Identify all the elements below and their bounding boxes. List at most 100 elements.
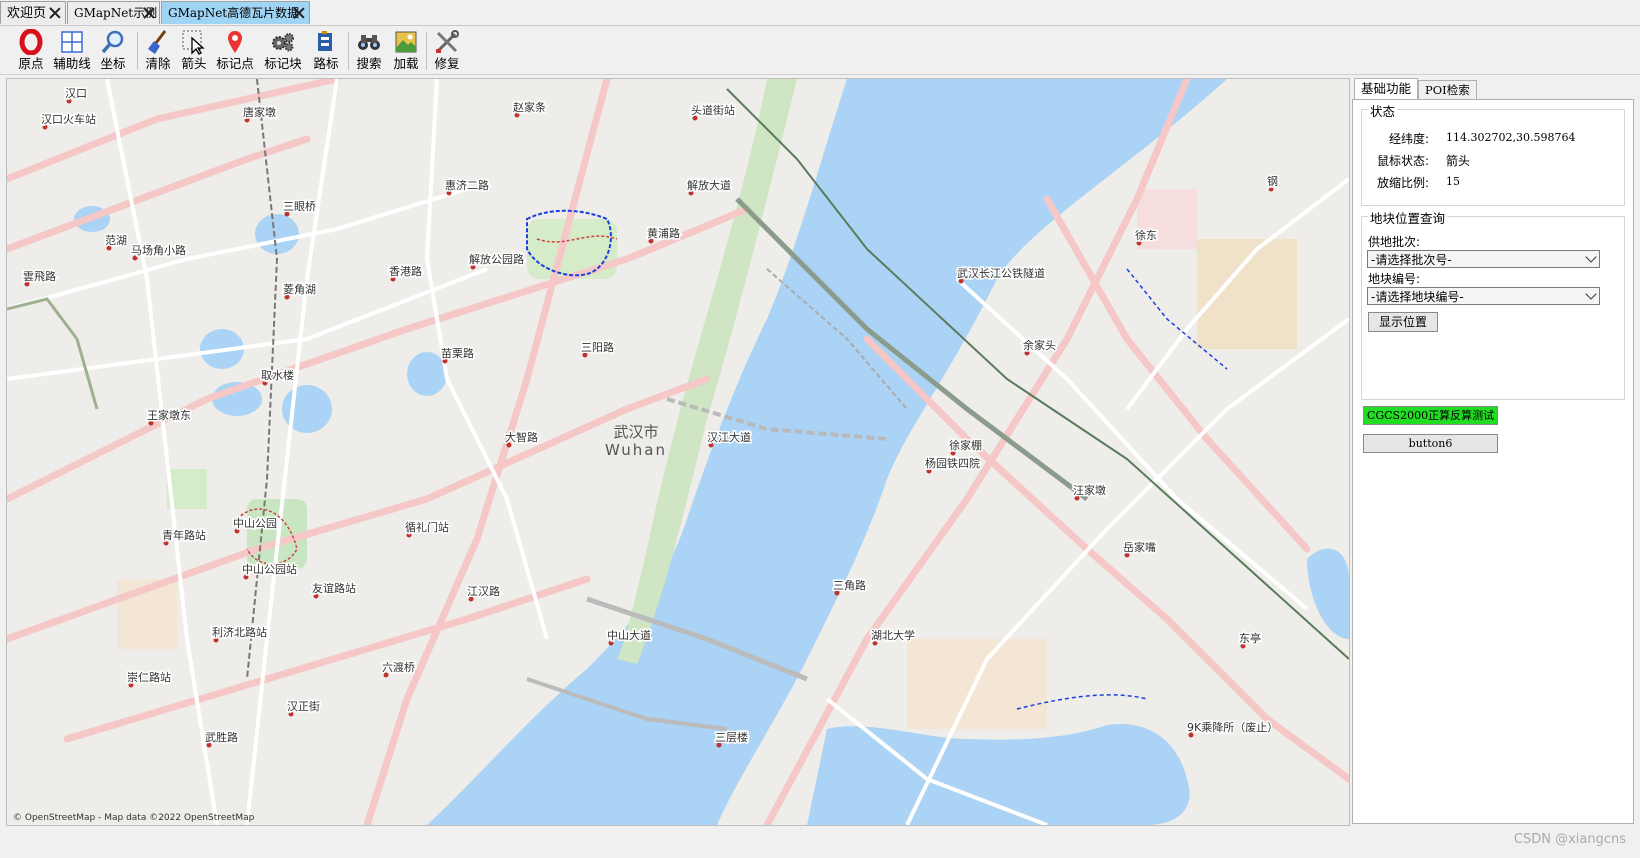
button6[interactable]: button6 [1363, 434, 1498, 453]
place-name: 苗栗路 [441, 347, 474, 360]
load-button[interactable]: 加载 [389, 28, 423, 72]
clear-button[interactable]: 清除 [141, 28, 175, 72]
status-group-title: 状态 [1368, 101, 1398, 120]
place-label: 惠济二路 [444, 177, 491, 196]
gears-icon [272, 33, 294, 52]
block-select-value: -请选择地块编号- [1371, 290, 1464, 304]
document-tab-strip: 欢迎页 GMapNet示例 GMapNet高德瓦片数据 [0, 0, 1640, 26]
signpost-button[interactable]: 路标 [309, 28, 343, 72]
tab-basic-functions[interactable]: 基础功能 [1354, 78, 1419, 100]
repair-button[interactable]: 修复 [430, 28, 464, 72]
toolbar-separator [426, 32, 427, 70]
search-button[interactable]: 搜索 [352, 28, 386, 72]
place-label: 马场角小路 [130, 242, 188, 261]
place-label: 苗栗路 [440, 346, 476, 364]
toolbar-separator [348, 32, 349, 70]
broom-icon [148, 30, 167, 54]
batch-select-value: -请选择批次号- [1371, 253, 1452, 267]
place-label: 东亭 [1238, 630, 1263, 649]
parcel-query-group: 地块位置查询 供地批次: -请选择批次号- 地块编号: -请选择地块编号- 显示… [1361, 208, 1625, 400]
marker-point-button[interactable]: 标记点 [214, 28, 256, 72]
parcel-query-title: 地块位置查询 [1368, 208, 1448, 227]
place-name: 香港路 [389, 265, 422, 278]
tab-label: GMapNet高德瓦片数据 [168, 6, 300, 20]
place-label: 友谊路站 [311, 580, 358, 599]
place-label: 汉江大道 [706, 429, 753, 448]
place-name: 范湖 [105, 233, 127, 247]
place-name: 汉江大道 [707, 430, 751, 444]
close-icon[interactable] [142, 6, 155, 19]
cgcs2000-test-button[interactable]: CGCS2000正算反算测试 [1363, 406, 1498, 425]
place-label: 解放大道 [686, 177, 733, 196]
city-name-zh: 武汉市 [613, 423, 659, 441]
load-image-icon [395, 31, 417, 53]
place-name: 雲飛路 [23, 270, 56, 283]
place-name: 循礼门站 [405, 520, 449, 534]
chevron-down-icon [1585, 288, 1597, 300]
place-name: 取水楼 [261, 368, 294, 382]
place-name: 余家头 [1023, 338, 1056, 352]
binoculars-icon [358, 35, 380, 50]
grid-icon [61, 31, 83, 53]
place-name: 湖北大学 [871, 628, 915, 642]
place-label: 武胜路 [204, 729, 240, 748]
place-name: 赵家条 [513, 100, 546, 114]
place-label: 武汉长江公铁隧道 [956, 265, 1047, 284]
arrow-button[interactable]: 箭头 [177, 28, 211, 72]
place-name: 马场角小路 [131, 243, 186, 257]
place-name: 唐家墩 [243, 105, 276, 119]
place-label: 杨园铁四院 [924, 455, 982, 474]
tab-poi-search[interactable]: POI检索 [1418, 80, 1477, 100]
map-view[interactable]: 汉口 汉口火车站 唐家墩 赵家条 头道街站 三眼桥 惠济二路 黄浦路 范湖 马场角小路 香港路 雲飛路… [6, 78, 1350, 826]
coordinate-button[interactable]: 坐标 [96, 28, 130, 72]
place-name: 杨园铁四院 [925, 456, 980, 470]
place-name: 武胜路 [205, 730, 238, 744]
place-label: 雲飛路 [22, 269, 58, 287]
lnglat-value: 114.302702,30.598764 [1446, 131, 1576, 144]
origin-button[interactable]: 原点 [12, 28, 50, 72]
signpost-icon [318, 31, 332, 51]
opera-o-icon [19, 29, 43, 55]
tab-label: 欢迎页 [7, 6, 47, 21]
mouse-state-value: 箭头 [1446, 154, 1471, 168]
place-name: 江汉路 [467, 585, 500, 598]
place-name: 崇仁路站 [127, 670, 171, 684]
zoom-value: 15 [1446, 175, 1460, 188]
place-name: 菱角湖 [283, 283, 316, 296]
lnglat-label: 经纬度: [1389, 132, 1430, 146]
place-name: 青年路站 [162, 528, 206, 542]
map-attribution: © OpenStreetMap - Map data ©2022 OpenStr… [13, 813, 255, 823]
block-select[interactable]: -请选择地块编号- [1367, 287, 1600, 305]
close-icon[interactable] [48, 6, 61, 19]
place-name: 王家墩东 [147, 408, 191, 422]
place-name: 汉正街 [287, 699, 320, 713]
place-name: 三层楼 [715, 730, 748, 744]
place-label: 岳家嘴 [1122, 539, 1158, 558]
place-label: 菱角湖 [282, 282, 318, 300]
place-name: 中山公园站 [242, 562, 297, 576]
tab-gmapnet-demo[interactable]: GMapNet示例 [67, 1, 160, 24]
place-name: 徐家棚 [949, 438, 982, 452]
mouse-state-label: 鼠标状态: [1377, 154, 1430, 168]
place-name: 钢 [1267, 175, 1278, 188]
tab-gmapnet-amap[interactable]: GMapNet高德瓦片数据 [161, 1, 310, 24]
place-label: 六渡桥 [381, 659, 417, 678]
guideline-button[interactable]: 辅助线 [52, 28, 92, 72]
city-name-en: Wuhan [605, 441, 668, 459]
place-label: 王家墩东 [146, 407, 193, 426]
marker-block-button[interactable]: 标记块 [262, 28, 304, 72]
status-group: 状态 经纬度: 114.302702,30.598764 鼠标状态: 箭头 放缩… [1361, 101, 1625, 206]
batch-select[interactable]: -请选择批次号- [1367, 250, 1600, 268]
tab-welcome[interactable]: 欢迎页 [0, 1, 66, 24]
place-label: 赵家条 [512, 99, 548, 118]
close-icon[interactable] [292, 6, 305, 19]
place-label: 汉口 [64, 86, 89, 104]
toolbar-separator [137, 32, 138, 70]
place-label: 头道街站 [690, 102, 737, 121]
place-label: 循礼门站 [404, 519, 451, 538]
place-name: 岳家嘴 [1123, 540, 1156, 554]
place-label: 中山公园站 [241, 561, 299, 580]
place-label: 利济北路站 [211, 624, 269, 643]
show-location-button[interactable]: 显示位置 [1368, 312, 1438, 332]
place-name: 武汉长江公铁隧道 [957, 266, 1045, 280]
